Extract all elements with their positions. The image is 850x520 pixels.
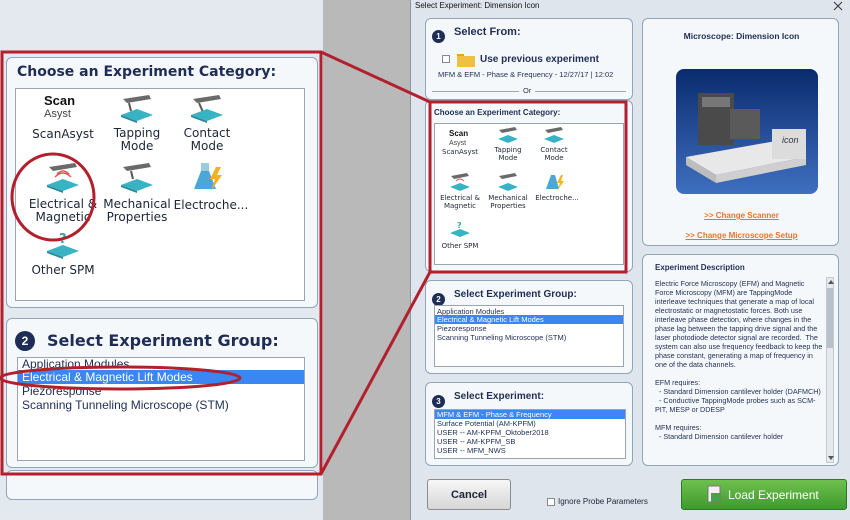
load-document-icon <box>707 485 721 503</box>
folder-icon <box>457 54 475 67</box>
tapping-mode-icon <box>121 95 153 123</box>
category-grid: Scan Asyst ScanAsyst Tapping Mode Contac… <box>434 123 624 265</box>
zoom-category-title: Choose an Experiment Category: <box>17 64 277 80</box>
electrical-magnetic-icon <box>47 163 79 193</box>
experiment-item-selected[interactable]: MFM & EFM - Phase & Frequency <box>435 410 625 419</box>
zoom-category-tapping[interactable]: Tapping Mode <box>102 93 172 159</box>
microscope-image: icon <box>676 69 818 194</box>
zoom-next-panel-edge <box>6 470 318 500</box>
experiment-panel: 3 Select Experiment: MFM & EFM - Phase &… <box>425 382 633 466</box>
microscope-logo: icon <box>782 135 799 145</box>
category-other-spm[interactable]: ? Other SPM <box>437 220 483 260</box>
zoom-group-item[interactable]: Application Modules <box>18 358 304 371</box>
zoom-category-panel: Choose an Experiment Category: Scan Asys… <box>6 57 318 308</box>
zoom-category-contact[interactable]: Contact Mode <box>172 93 242 159</box>
zoom-category-electrochemistry[interactable]: Electroche... <box>172 161 248 227</box>
zoom-group-panel: 2 Select Experiment Group: Application M… <box>6 318 318 468</box>
previous-experiment-name: MFM & EFM - Phase & Frequency - 12/27/17… <box>438 70 614 79</box>
experiment-item[interactable]: USER -- AM-KPFM_SB <box>435 437 625 446</box>
zoom-group-list[interactable]: Application Modules Electrical & Magneti… <box>17 357 305 461</box>
zoom-category-electrical-magnetic[interactable]: Electrical & Magnetic <box>28 161 98 227</box>
group-item[interactable]: Piezoresponse <box>435 324 623 333</box>
change-microscope-link[interactable]: >> Change Microscope Setup <box>643 231 840 240</box>
select-from-title: Select From: <box>454 26 521 38</box>
scanasyst-logo-icon: Scan Asyst <box>449 129 469 148</box>
ignore-probe-label[interactable]: Ignore Probe Parameters <box>558 497 648 506</box>
contact-mode-icon <box>191 95 223 123</box>
zoom-group-item-selected[interactable]: Electrical & Magnetic Lift Modes <box>18 370 304 384</box>
microscope-title: Microscope: Dimension Icon <box>683 31 800 41</box>
category-mechanical[interactable]: Mechanical Properties <box>485 172 531 216</box>
description-panel: Experiment Description Electric Force Mi… <box>642 254 839 466</box>
microscope-image-icon <box>686 93 806 183</box>
step-3-badge: 3 <box>432 395 445 408</box>
category-electrochemistry[interactable]: Electroche... <box>531 172 581 216</box>
zoom-group-item[interactable]: Scanning Tunneling Microscope (STM) <box>18 398 304 412</box>
group-item[interactable]: Scanning Tunneling Microscope (STM) <box>435 333 623 342</box>
change-scanner-link[interactable]: >> Change Scanner <box>643 211 840 220</box>
description-text: Electric Force Microscopy (EFM) and Magn… <box>655 279 823 441</box>
scanasyst-logo-icon: Scan Asyst <box>44 93 76 120</box>
category-electrical-magnetic[interactable]: Electrical & Magnetic <box>437 172 483 216</box>
use-previous-label[interactable]: Use previous experiment <box>480 54 599 65</box>
zoom-group-item[interactable]: Piezoresponse <box>18 384 304 398</box>
mechanical-properties-icon <box>498 173 518 191</box>
select-from-panel: 1 Select From: Use previous experiment M… <box>425 18 633 100</box>
dialog-close-button[interactable] <box>826 0 850 12</box>
experiment-title: Select Experiment: <box>454 391 545 402</box>
group-panel: 2 Select Experiment Group: Application M… <box>425 280 633 374</box>
experiment-item[interactable]: Surface Potential (AM-KPFM) <box>435 419 625 428</box>
or-label: Or <box>519 86 536 95</box>
other-spm-icon: ? <box>47 232 79 259</box>
category-tapping[interactable]: Tapping Mode <box>485 126 531 170</box>
svg-text:?: ? <box>457 221 462 230</box>
zoom-category-other-spm[interactable]: ? Other SPM <box>28 231 98 291</box>
group-list[interactable]: Application Modules Electrical & Magneti… <box>434 305 624 367</box>
category-contact[interactable]: Contact Mode <box>531 126 577 170</box>
scroll-up-icon[interactable] <box>827 278 835 286</box>
use-previous-checkbox[interactable] <box>442 55 450 63</box>
tapping-mode-icon <box>498 127 518 143</box>
dialog-title: Select Experiment: Dimension Icon <box>415 1 540 10</box>
description-title: Experiment Description <box>655 263 745 272</box>
description-scrollbar[interactable] <box>826 277 834 463</box>
electrochemistry-flask-icon <box>194 163 222 191</box>
electrochemistry-flask-icon <box>546 175 564 191</box>
experiment-list[interactable]: MFM & EFM - Phase & Frequency Surface Po… <box>434 409 626 459</box>
close-icon <box>833 1 843 11</box>
electrical-magnetic-icon <box>450 173 470 191</box>
group-title: Select Experiment Group: <box>454 289 577 300</box>
other-spm-icon: ? <box>450 221 470 237</box>
category-scanasyst[interactable]: Scan Asyst ScanAsyst <box>437 126 483 166</box>
scroll-down-icon[interactable] <box>827 454 835 462</box>
load-experiment-button[interactable]: Load Experiment <box>681 479 847 510</box>
load-experiment-label: Load Experiment <box>728 488 819 502</box>
ignore-probe-checkbox[interactable] <box>547 498 555 506</box>
category-panel: Choose an Experiment Category: Scan Asys… <box>425 100 633 272</box>
experiment-item[interactable]: USER -- MFM_NWS <box>435 446 625 455</box>
contact-mode-icon <box>544 127 564 143</box>
mechanical-properties-icon <box>121 163 153 193</box>
category-title: Choose an Experiment Category: <box>434 108 561 117</box>
scroll-thumb[interactable] <box>827 288 833 348</box>
step-1-badge: 1 <box>432 30 445 43</box>
zoom-category-scanasyst[interactable]: Scan Asyst ScanAsyst <box>28 93 98 153</box>
group-item-selected[interactable]: Electrical & Magnetic Lift Modes <box>435 315 623 324</box>
zoom-group-title: Select Experiment Group: <box>47 331 279 350</box>
svg-text:?: ? <box>59 232 67 247</box>
zoom-category-mechanical[interactable]: Mechanical Properties <box>102 161 172 227</box>
zoom-category-grid: Scan Asyst ScanAsyst Tapping Mode Contac… <box>15 88 305 301</box>
microscope-panel: Microscope: Dimension Icon icon >> Chang… <box>642 18 839 246</box>
cancel-button[interactable]: Cancel <box>427 479 511 510</box>
experiment-item[interactable]: USER -- AM-KPFM_Oktober2018 <box>435 428 625 437</box>
zoom-step-2-badge: 2 <box>15 331 35 351</box>
group-item[interactable]: Application Modules <box>435 306 623 316</box>
